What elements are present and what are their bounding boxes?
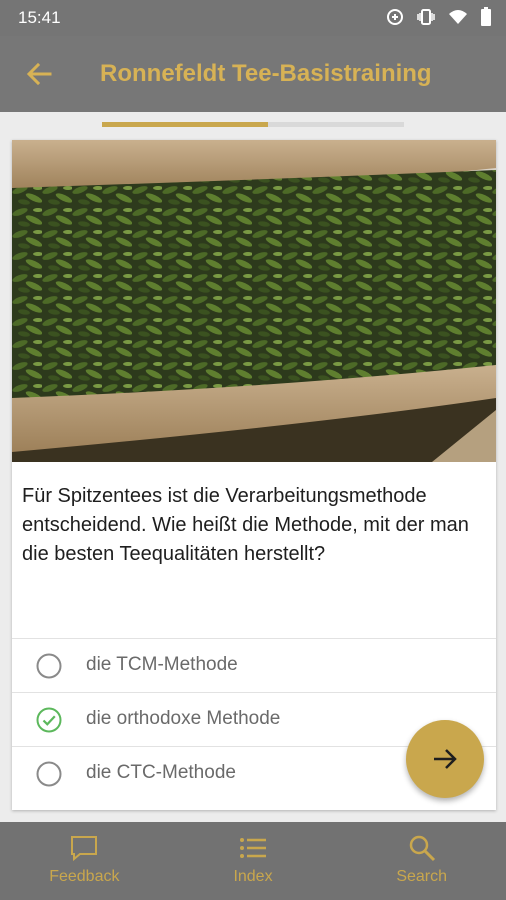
answer-option-1[interactable]: die TCM-Methode <box>12 638 496 692</box>
nav-feedback[interactable]: Feedback <box>0 822 169 900</box>
radio-unchecked-icon <box>36 761 62 787</box>
nav-label: Search <box>396 868 448 885</box>
list-icon <box>240 838 266 858</box>
app-title: Ronnefeldt Tee-Basistraining <box>100 60 432 87</box>
answer-label: die orthodoxe Methode <box>86 708 281 729</box>
next-button[interactable] <box>406 720 484 798</box>
status-icons <box>386 7 492 27</box>
nav-label: Index <box>233 868 273 885</box>
question-card: Für Spitzentees ist die Verarbeitungsmet… <box>12 140 496 810</box>
progress-fill <box>102 122 269 127</box>
data-saver-icon <box>386 8 404 26</box>
vibrate-icon <box>416 8 436 26</box>
chat-icon <box>71 836 98 862</box>
check-circle-icon <box>36 707 62 733</box>
wifi-icon <box>448 9 468 25</box>
tea-leaves-image <box>12 140 496 462</box>
back-button[interactable] <box>22 58 56 90</box>
radio-unchecked-icon <box>36 653 62 679</box>
status-bar: 15:41 <box>0 0 506 36</box>
arrow-forward-icon <box>434 749 457 769</box>
status-time: 15:41 <box>18 8 61 27</box>
answer-label: die TCM-Methode <box>86 654 238 675</box>
app-bar: Ronnefeldt Tee-Basistraining <box>0 36 506 112</box>
quiz-content[interactable]: Für Spitzentees ist die Verarbeitungsmet… <box>0 112 506 822</box>
question-text: Für Spitzentees ist die Verarbeitungsmet… <box>22 485 469 565</box>
nav-index[interactable]: Index <box>169 822 338 900</box>
progress-bar <box>102 122 404 127</box>
answer-label: die CTC-Methode <box>86 762 236 783</box>
search-icon <box>409 835 435 862</box>
nav-label: Feedback <box>49 868 120 885</box>
bottom-navigation: Feedback Index Search <box>0 822 506 900</box>
nav-search[interactable]: Search <box>337 822 506 900</box>
arrow-back-icon <box>26 62 52 86</box>
battery-icon <box>480 7 492 27</box>
